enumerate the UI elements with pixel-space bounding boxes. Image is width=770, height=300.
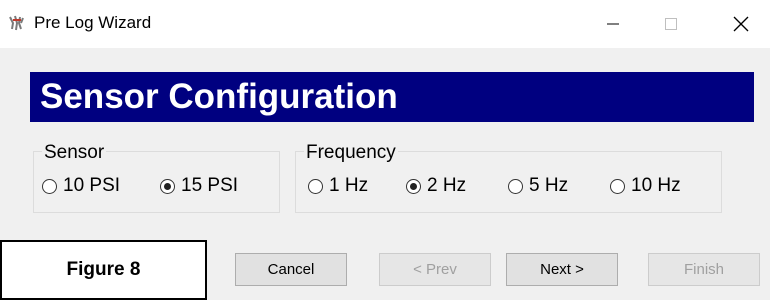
sensor-groupbox: Sensor 10 PSI 15 PSI [33,143,280,213]
radio-unchecked-icon [42,178,57,194]
radio-unchecked-icon [308,178,323,194]
radio-checked-icon [406,178,421,194]
radio-checked-icon [160,178,175,194]
radio-label: 10 Hz [631,175,681,196]
title-bar: Pre Log Wizard [0,0,770,48]
close-button[interactable] [712,0,770,48]
prev-button[interactable]: < Prev [379,253,491,286]
close-icon [733,16,749,32]
minimize-icon [607,23,619,25]
radio-label: 1 Hz [329,175,369,196]
radio-15-psi[interactable]: 15 PSI [160,175,238,197]
figure-caption: Figure 8 [0,240,207,300]
radio-1-hz[interactable]: 1 Hz [308,175,368,197]
maximize-button[interactable] [642,0,700,48]
radio-10-psi[interactable]: 10 PSI [42,175,120,197]
maximize-icon [665,18,677,30]
frequency-group-legend: Frequency [304,142,398,163]
radio-label: 5 Hz [529,175,569,196]
radio-unchecked-icon [610,178,625,194]
section-banner: Sensor Configuration [30,72,754,122]
radio-unchecked-icon [508,178,523,194]
radio-10-hz[interactable]: 10 Hz [610,175,681,197]
next-button[interactable]: Next > [506,253,618,286]
radio-2-hz[interactable]: 2 Hz [406,175,466,197]
radio-label: 2 Hz [427,175,467,196]
radio-5-hz[interactable]: 5 Hz [508,175,568,197]
finish-button[interactable]: Finish [648,253,760,286]
radio-label: 10 PSI [63,175,121,196]
wizard-app-icon [9,15,24,31]
frequency-groupbox: Frequency 1 Hz 2 Hz 5 Hz 10 Hz [295,143,722,213]
minimize-button[interactable] [584,0,642,48]
cancel-button[interactable]: Cancel [235,253,347,286]
window-title: Pre Log Wizard [34,13,152,32]
radio-label: 15 PSI [181,175,239,196]
sensor-group-legend: Sensor [42,142,107,163]
